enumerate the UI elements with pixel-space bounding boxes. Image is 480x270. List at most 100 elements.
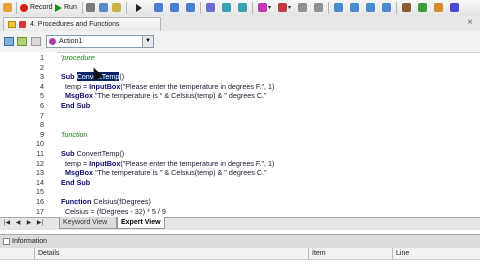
toolbar-separator: [126, 2, 127, 14]
toolbar-separator: [328, 2, 329, 14]
first-tab-icon[interactable]: |◀: [3, 219, 11, 228]
last-tab-icon[interactable]: ▶|: [36, 219, 44, 228]
line-number: 9: [40, 129, 44, 139]
column-details[interactable]: Details: [34, 248, 308, 259]
tab-expert-view[interactable]: Expert View: [117, 217, 165, 229]
code-text: Celsius(fDegrees): [93, 197, 151, 206]
code-text: End Sub: [61, 177, 91, 187]
code-line[interactable]: MsgBox "The temperature is " & Celsius(t…: [61, 91, 267, 100]
code-line[interactable]: End Sub: [61, 178, 90, 187]
code-line[interactable]: Sub ConvertTemp(): [61, 149, 124, 158]
column-item[interactable]: Item: [308, 248, 392, 259]
stop-icon[interactable]: [86, 3, 95, 12]
code-line[interactable]: End Sub: [61, 101, 90, 110]
uncomment-icon[interactable]: [350, 3, 359, 12]
toolbar-menu-icon[interactable]: [3, 3, 12, 12]
step-generator-icon[interactable]: [298, 3, 307, 12]
output-value-icon[interactable]: [278, 3, 287, 12]
dropdown-arrow-icon[interactable]: ▾: [268, 2, 271, 14]
main-toolbar: Record Run ▾ ▾: [0, 0, 480, 17]
back-icon[interactable]: [4, 37, 14, 46]
record-button-label[interactable]: Record: [30, 2, 53, 14]
toolbar-icon[interactable]: [434, 3, 443, 12]
column-line[interactable]: Line: [392, 248, 480, 259]
information-pane-header: Information: [0, 234, 480, 249]
code-keyword: MsgBox: [65, 91, 93, 101]
tab-keyword-view[interactable]: Keyword View: [59, 217, 117, 229]
object-repository-icon[interactable]: [238, 3, 247, 12]
action-select-value: Action1: [59, 38, 83, 45]
line-number: 2: [40, 62, 44, 72]
watch-icon[interactable]: [222, 3, 231, 12]
action-select[interactable]: Action1 ▼: [46, 35, 154, 48]
document-tab[interactable]: 4. Procedures and Functions: [3, 17, 161, 31]
code-keyword: InputBox: [89, 158, 121, 168]
step-run-icon[interactable]: [136, 4, 142, 12]
function-definition-icon[interactable]: [314, 3, 323, 12]
line-number: 5: [40, 91, 44, 101]
next-tab-icon[interactable]: ▶: [25, 219, 33, 228]
run-icon[interactable]: [55, 4, 62, 12]
document-tab-title: 4. Procedures and Functions: [30, 21, 120, 28]
code-line[interactable]: Celsius = (fDegrees - 32) * 5 / 9: [61, 207, 166, 216]
code-line[interactable]: temp = InputBox("Please enter the temper…: [61, 159, 274, 168]
outdent-icon[interactable]: [382, 3, 391, 12]
line-number: 17: [36, 206, 44, 216]
test-type-icon: [19, 21, 26, 28]
forward-icon[interactable]: [17, 37, 27, 46]
toolbar-separator: [200, 2, 201, 14]
line-number: 11: [36, 149, 44, 158]
code-line[interactable]: Function Celsius(fDegrees): [61, 197, 151, 206]
line-number: 6: [40, 101, 44, 110]
prev-tab-icon[interactable]: ◀: [14, 219, 22, 228]
insert-checkpoint-icon[interactable]: [258, 3, 267, 12]
action-type-icon: [49, 38, 56, 45]
close-document-icon[interactable]: ×: [464, 17, 476, 29]
line-number: 16: [36, 197, 44, 206]
code-text: Sub: [61, 149, 77, 158]
code-line[interactable]: MsgBox "The temperature is " & Celsius(t…: [61, 168, 267, 177]
code-text: ("Please enter the temperature in degree…: [120, 81, 275, 91]
comment-icon[interactable]: [334, 3, 343, 12]
indent-icon[interactable]: [366, 3, 375, 12]
code-line[interactable]: temp = InputBox("Please enter the temper…: [61, 82, 274, 91]
code-text: "The temperature is " & Celsius(temp) & …: [92, 168, 267, 178]
code-text: Celsius = (fDegrees - 32) * 5 / 9: [61, 206, 166, 216]
toolbar-icon[interactable]: [450, 3, 459, 12]
run-button-label[interactable]: Run: [64, 2, 77, 14]
code-text: ConvertTemp(): [76, 149, 125, 158]
toolbar-icon[interactable]: [402, 3, 411, 12]
code-line[interactable]: 'function: [61, 130, 88, 139]
code-keyword: MsgBox: [65, 168, 93, 178]
toolbar-icon[interactable]: [418, 3, 427, 12]
line-number: 7: [40, 110, 44, 120]
step-over-icon[interactable]: [170, 3, 179, 12]
toolbar-separator: [16, 2, 17, 14]
code-text: End Sub: [61, 101, 91, 110]
code-text: (): [119, 72, 125, 82]
code-text: "The temperature is " & Celsius(temp) & …: [92, 91, 267, 101]
line-number: 15: [36, 187, 44, 197]
line-number: 12: [36, 158, 44, 168]
record-icon[interactable]: [20, 4, 28, 12]
line-number: 3: [40, 72, 44, 82]
code-text: temp =: [61, 81, 90, 91]
open-icon[interactable]: [112, 3, 121, 12]
code-text: Function: [61, 197, 94, 206]
code-line[interactable]: 'procedure: [61, 53, 95, 62]
dropdown-arrow-icon[interactable]: ▾: [288, 2, 291, 14]
step-into-icon[interactable]: [154, 3, 163, 12]
line-number: 8: [40, 120, 44, 130]
test-document-icon: [8, 21, 16, 28]
step-out-icon[interactable]: [186, 3, 195, 12]
breakpoint-icon[interactable]: [206, 3, 215, 12]
chevron-down-icon[interactable]: ▼: [142, 36, 153, 47]
action-icon: [31, 37, 41, 46]
information-list: [0, 260, 480, 270]
toolbar-separator: [82, 2, 83, 14]
new-icon[interactable]: [99, 3, 108, 12]
code-keyword: InputBox: [89, 81, 121, 91]
line-number: 10: [36, 139, 44, 149]
info-icon: [3, 238, 10, 245]
code-text: temp =: [61, 158, 90, 168]
